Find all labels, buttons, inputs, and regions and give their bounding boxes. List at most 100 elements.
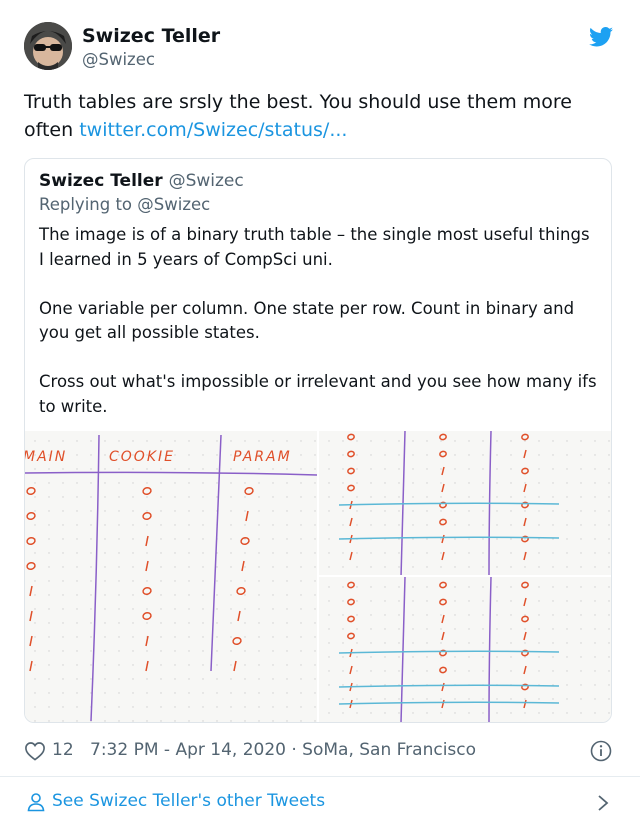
- zero-mark: [521, 615, 529, 623]
- one-mark: [233, 660, 237, 672]
- one-mark: [523, 483, 527, 493]
- zero-mark: [347, 484, 355, 492]
- strike-line: [338, 684, 560, 688]
- quoted-paragraph: Cross out what's impossible or irrelevan…: [39, 372, 597, 416]
- zero-mark: [244, 486, 254, 496]
- zero-mark: [142, 586, 152, 596]
- zero-mark: [439, 450, 447, 458]
- zero-mark: [439, 581, 447, 589]
- one-mark: [441, 614, 445, 624]
- quoted-paragraph: The image is of a binary truth table – t…: [39, 225, 590, 269]
- one-mark: [349, 551, 353, 561]
- one-mark: [145, 635, 149, 647]
- one-mark: [523, 631, 527, 641]
- header-line: [25, 471, 317, 476]
- divider: [0, 776, 640, 777]
- one-mark: [441, 551, 445, 561]
- like-count[interactable]: 12: [52, 740, 74, 760]
- zero-mark: [347, 450, 355, 458]
- zero-mark: [142, 611, 152, 621]
- zero-mark: [142, 486, 152, 496]
- one-mark: [29, 635, 33, 647]
- truth-table-photo-bottom-right[interactable]: [319, 577, 611, 723]
- one-mark: [245, 510, 249, 522]
- one-mark: [237, 610, 241, 622]
- quoted-tweet[interactable]: Swizec Teller @Swizec Replying to @Swize…: [24, 158, 612, 723]
- tweet-link[interactable]: twitter.com/Swizec/status/...: [79, 119, 347, 141]
- zero-mark: [347, 598, 355, 606]
- see-other-tweets-label: See Swizec Teller's other Tweets: [52, 791, 326, 811]
- zero-mark: [347, 615, 355, 623]
- one-mark: [29, 660, 33, 672]
- one-mark: [523, 449, 527, 459]
- one-mark: [523, 665, 527, 675]
- one-mark: [523, 551, 527, 561]
- zero-mark: [347, 433, 355, 441]
- zero-mark: [439, 666, 447, 674]
- zero-mark: [439, 518, 447, 526]
- one-mark: [29, 585, 33, 597]
- media-grid[interactable]: MAIN COOKIE PARAM: [25, 431, 611, 723]
- column-line: [488, 577, 492, 722]
- info-icon[interactable]: [590, 740, 612, 762]
- column-line: [210, 434, 222, 672]
- one-mark: [441, 699, 445, 709]
- one-mark: [441, 631, 445, 641]
- quoted-author-handle: @Swizec: [168, 171, 244, 191]
- truth-table-photo-top-right[interactable]: [319, 431, 611, 575]
- column-header: COOKIE: [109, 449, 175, 465]
- column-line: [400, 577, 406, 722]
- zero-mark: [521, 683, 529, 691]
- column-header: PARAM: [233, 449, 292, 465]
- replying-to[interactable]: Replying to @Swizec: [39, 195, 210, 214]
- zero-mark: [26, 486, 36, 496]
- truth-table-photo-left[interactable]: MAIN COOKIE PARAM: [25, 431, 317, 723]
- one-mark: [523, 517, 527, 527]
- one-mark: [145, 535, 149, 547]
- strike-line: [338, 650, 560, 654]
- zero-mark: [521, 649, 529, 657]
- one-mark: [145, 660, 149, 672]
- twitter-bird-icon[interactable]: [589, 26, 613, 48]
- avatar[interactable]: [24, 22, 72, 70]
- chevron-right-icon: [598, 795, 609, 811]
- quoted-paragraph: One variable per column. One state per r…: [39, 298, 575, 343]
- timestamp[interactable]: 7:32 PM - Apr 14, 2020 · SoMa, San Franc…: [90, 740, 476, 760]
- author-handle[interactable]: @Swizec: [82, 50, 155, 69]
- zero-mark: [521, 501, 529, 509]
- zero-mark: [236, 586, 246, 596]
- author-name[interactable]: Swizec Teller: [82, 25, 220, 47]
- column-header: MAIN: [25, 449, 67, 465]
- one-mark: [523, 597, 527, 607]
- zero-mark: [26, 561, 36, 571]
- see-other-tweets-link[interactable]: See Swizec Teller's other Tweets: [24, 790, 616, 816]
- one-mark: [523, 699, 527, 709]
- zero-mark: [26, 536, 36, 546]
- tweet-text: Truth tables are srsly the best. You sho…: [24, 88, 614, 144]
- strike-line: [338, 701, 560, 705]
- one-mark: [241, 560, 245, 572]
- heart-icon[interactable]: [24, 741, 46, 761]
- zero-mark: [439, 433, 447, 441]
- zero-mark: [347, 632, 355, 640]
- strike-line: [338, 536, 560, 540]
- one-mark: [349, 517, 353, 527]
- zero-mark: [347, 467, 355, 475]
- quoted-author[interactable]: Swizec Teller @Swizec: [39, 171, 244, 191]
- person-icon: [27, 793, 45, 812]
- quoted-author-name: Swizec Teller: [39, 171, 163, 191]
- zero-mark: [232, 636, 242, 646]
- one-mark: [441, 534, 445, 544]
- zero-mark: [439, 598, 447, 606]
- zero-mark: [26, 511, 36, 521]
- one-mark: [441, 682, 445, 692]
- one-mark: [441, 483, 445, 493]
- zero-mark: [521, 581, 529, 589]
- zero-mark: [142, 511, 152, 521]
- strike-line: [338, 502, 560, 506]
- column-line: [90, 434, 100, 722]
- zero-mark: [521, 467, 529, 475]
- quoted-text: The image is of a binary truth table – t…: [39, 223, 599, 444]
- one-mark: [29, 610, 33, 622]
- one-mark: [349, 665, 353, 675]
